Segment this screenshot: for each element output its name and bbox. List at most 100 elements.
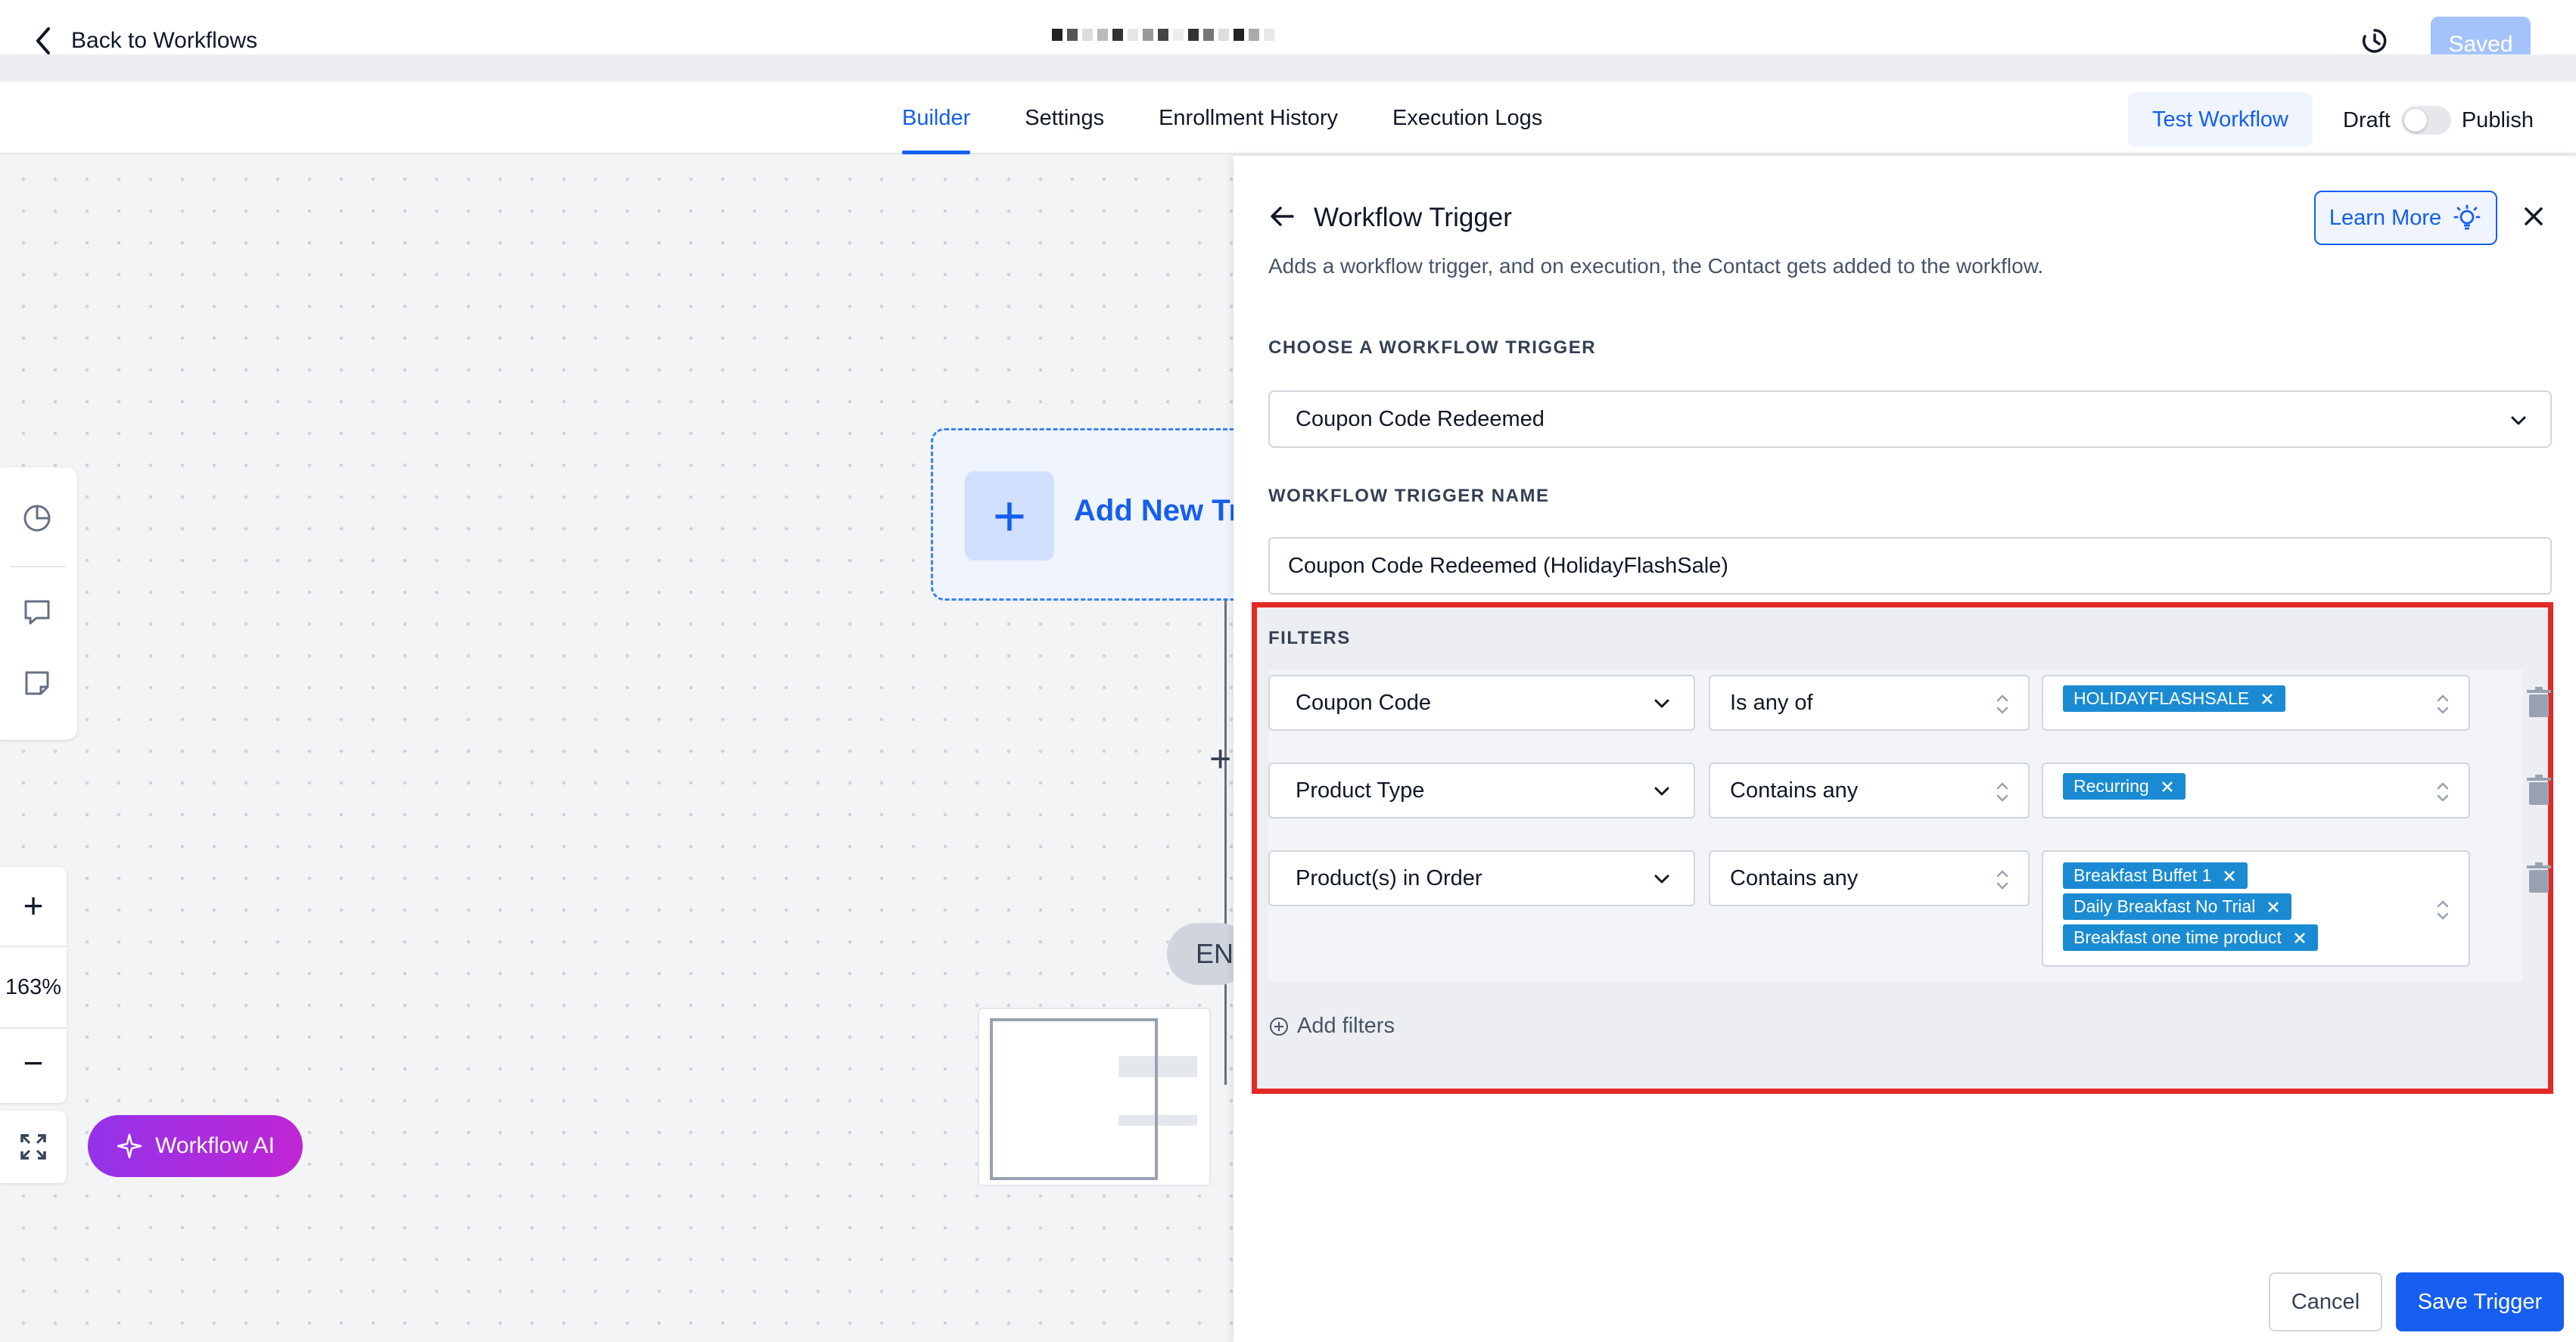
publish-label: Publish [2461,107,2534,132]
tag-remove-icon[interactable] [2160,779,2175,794]
chevron-down-icon [1654,787,1669,796]
top-bar-divider [0,54,2576,82]
workflow-canvas[interactable]: + Add New Tr + EN + 163% − Workflow AI [0,156,1234,1342]
filter-tags: HOLIDAYFLASHSALE [2063,685,2286,712]
zoom-divider [0,946,67,947]
trash-icon[interactable] [2526,687,2552,719]
publish-toggle[interactable] [2400,106,2451,135]
draft-label: Draft [2343,107,2391,132]
tools-divider [11,566,65,567]
add-new-trigger-node[interactable]: + Add New Tr [931,428,1234,601]
end-node[interactable]: EN [1167,923,1234,985]
sort-arrows-icon [2437,694,2449,714]
connector-line [1224,601,1227,1085]
back-label: Back to Workflows [71,28,258,53]
filter-field-value: Product(s) in Order [1296,865,1482,890]
canvas-minimap[interactable] [978,1008,1211,1186]
cancel-button[interactable]: Cancel [2269,1272,2382,1331]
sparkle-icon [117,1133,142,1159]
trigger-name-input[interactable]: Coupon Code Redeemed (HolidayFlashSale) [1268,537,2552,595]
trigger-type-select[interactable]: Coupon Code Redeemed [1268,390,2552,448]
sort-arrows-icon [1996,782,2008,802]
plus-circle-icon [1270,1017,1288,1036]
tag-remove-icon[interactable] [2266,899,2281,915]
analytics-icon[interactable] [20,501,54,536]
tag-remove-icon[interactable] [2292,930,2307,946]
lightbulb-icon [2453,204,2481,230]
zoom-out-button[interactable]: − [0,1038,67,1088]
filter-field-value: Coupon Code [1296,690,1431,715]
filters-heading: FILTERS [1268,628,1351,648]
chevron-down-icon [1654,699,1669,708]
sort-arrows-icon [2437,782,2449,802]
workflow-title-redacted [1052,29,1274,41]
learn-more-label: Learn More [2329,205,2442,230]
trigger-name-heading: WORKFLOW TRIGGER NAME [1268,486,1550,506]
filter-tag: Recurring [2063,773,2186,800]
sort-arrows-icon [1996,870,2008,890]
learn-more-button[interactable]: Learn More [2314,191,2497,245]
zoom-divider [0,1027,67,1029]
save-trigger-button[interactable]: Save Trigger [2396,1272,2564,1331]
chevron-down-icon [2511,416,2526,425]
top-bar: Back to Workflows Saved [0,0,2576,73]
expand-icon [20,1134,46,1160]
arrow-left-icon[interactable] [1267,201,1297,231]
tag-remove-icon[interactable] [2260,691,2275,707]
sort-arrows-icon [1996,694,2008,714]
zoom-in-button[interactable]: + [0,881,67,930]
filter-field-value: Product Type [1296,778,1425,803]
filter-operator-select[interactable]: Contains any [1709,763,2030,819]
tab-enrollment-history[interactable]: Enrollment History [1159,82,1338,154]
trash-icon[interactable] [2526,775,2552,806]
panel-footer: Cancel Save Trigger [1234,1259,2576,1342]
test-workflow-button[interactable]: Test Workflow [2128,92,2313,147]
filter-operator-select[interactable]: Is any of [1709,675,2030,731]
history-icon[interactable] [2360,26,2390,56]
filter-operator-value: Contains any [1730,865,1859,890]
tab-execution-logs[interactable]: Execution Logs [1392,82,1542,154]
filter-tag: Breakfast one time product [2063,924,2318,951]
workflow-ai-button[interactable]: Workflow AI [88,1115,303,1177]
add-step-plus-icon[interactable]: + [1209,737,1231,781]
filter-tags: Breakfast Buffet 1 Daily Breakfast No Tr… [2063,862,2318,951]
filter-tag: HOLIDAYFLASHSALE [2063,685,2286,712]
comment-icon[interactable] [20,595,54,629]
fit-view-button[interactable] [0,1111,67,1183]
filter-field-select[interactable]: Product(s) in Order [1268,850,1695,906]
sort-arrows-icon [2437,900,2449,920]
sticky-note-icon[interactable] [20,666,54,701]
tab-builder[interactable]: Builder [902,82,971,154]
workflow-ai-label: Workflow AI [155,1133,275,1158]
filter-values-select[interactable]: HOLIDAYFLASHSALE [2042,675,2470,731]
trash-icon[interactable] [2526,862,2552,894]
tab-row: Builder Settings Enrollment History Exec… [0,82,2576,154]
zoom-level: 163% [5,974,62,999]
filter-operator-value: Is any of [1730,690,1813,715]
add-filters-label: Add filters [1297,1014,1395,1038]
chevron-left-icon [36,27,50,54]
publish-toggle-group: Draft Publish [2343,106,2534,135]
chevron-down-icon [1654,874,1669,884]
zoom-controls: + 163% − [0,867,67,1103]
filter-tag: Daily Breakfast No Trial [2063,893,2292,920]
filter-values-select[interactable]: Recurring [2042,763,2470,819]
filter-values-select[interactable]: Breakfast Buffet 1 Daily Breakfast No Tr… [2042,850,2470,967]
choose-trigger-heading: CHOOSE A WORKFLOW TRIGGER [1268,337,1597,358]
workflow-trigger-panel: Workflow Trigger Learn More Adds a workf… [1234,156,2576,1342]
back-to-workflows-link[interactable]: Back to Workflows [33,26,257,56]
tag-remove-icon[interactable] [2222,868,2237,884]
filter-field-select[interactable]: Product Type [1268,763,1695,819]
workflow-tabs: Builder Settings Enrollment History Exec… [902,82,1542,154]
panel-description: Adds a workflow trigger, and on executio… [1268,254,2044,278]
filter-operator-select[interactable]: Contains any [1709,850,2030,906]
close-icon[interactable] [2520,203,2547,230]
tab-settings[interactable]: Settings [1025,82,1104,154]
filter-field-select[interactable]: Coupon Code [1268,675,1695,731]
panel-title: Workflow Trigger [1314,203,1512,232]
canvas-tools-panel [0,468,77,740]
add-trigger-label: Add New Tr [1074,494,1234,527]
add-filters-button[interactable]: Add filters [1268,1014,1395,1039]
filter-tag: Breakfast Buffet 1 [2063,862,2248,889]
minimap-viewport[interactable] [990,1018,1158,1180]
